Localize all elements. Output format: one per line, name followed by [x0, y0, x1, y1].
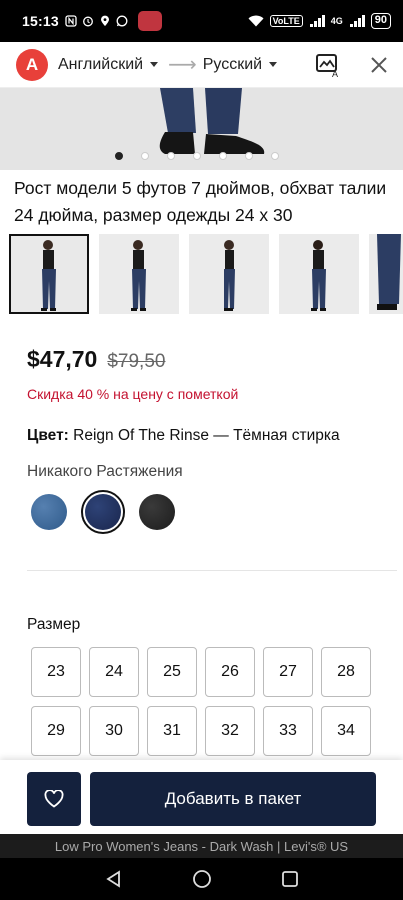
color-swatches [27, 490, 179, 534]
chevron-down-icon [150, 62, 159, 67]
system-nav-bar [0, 858, 403, 900]
thumbnail-detail[interactable] [369, 234, 403, 314]
gallery-dot[interactable] [193, 152, 201, 160]
favorite-button[interactable] [27, 772, 81, 826]
svg-text:A: A [332, 69, 338, 78]
discount-text: Скидка 40 % на цену с пометкой [27, 386, 239, 402]
thumbnail-front[interactable] [9, 234, 89, 314]
divider [27, 570, 397, 571]
whatsapp-icon [116, 15, 128, 27]
translate-app-logo-icon[interactable]: A [16, 48, 48, 81]
size-option[interactable]: 34 [321, 706, 371, 756]
size-option[interactable]: 27 [263, 647, 313, 697]
color-label: Цвет: [27, 427, 69, 444]
target-language-label: Русский [202, 55, 263, 73]
gallery-pagination [115, 152, 279, 160]
swatch-dark-wash[interactable] [81, 490, 125, 534]
gallery-dot[interactable] [219, 152, 227, 160]
thumbnail-back[interactable] [279, 234, 359, 314]
color-line: Цвет: Reign Of The Rinse — Тёмная стирка [27, 427, 340, 445]
size-option[interactable]: 33 [263, 706, 313, 756]
size-grid: 23 24 25 26 27 28 29 30 31 32 33 34 [31, 647, 371, 756]
size-option[interactable]: 23 [31, 647, 81, 697]
size-option[interactable]: 24 [89, 647, 139, 697]
model-size-caption: Рост модели 5 футов 7 дюймов, обхват тал… [14, 178, 387, 225]
current-price: $47,70 [27, 346, 98, 372]
gallery-dot[interactable] [141, 152, 149, 160]
source-language-label: Английский [58, 55, 144, 73]
home-icon[interactable] [192, 869, 212, 889]
size-option[interactable]: 31 [147, 706, 197, 756]
page-title-bar: Low Pro Women's Jeans - Dark Wash | Levi… [0, 834, 403, 858]
target-language-selector[interactable]: Русский [202, 55, 278, 74]
color-value: Reign Of The Rinse — Тёмная стирка [73, 427, 340, 444]
translation-toolbar: A Английский ⟶ Русский A [0, 42, 403, 88]
gallery-dot[interactable] [167, 152, 175, 160]
wifi-icon [248, 15, 264, 27]
swatch-black-color [139, 494, 175, 530]
swatch-medium-wash[interactable] [27, 490, 71, 534]
size-option[interactable]: 25 [147, 647, 197, 697]
size-option[interactable]: 26 [205, 647, 255, 697]
close-icon[interactable] [369, 55, 389, 75]
cell-signal-icon [309, 15, 325, 27]
back-icon[interactable] [105, 870, 123, 888]
swatch-medium-wash-color [31, 494, 67, 530]
size-label: Размер [27, 616, 81, 633]
source-language-selector[interactable]: Английский [58, 55, 159, 74]
recents-icon[interactable] [281, 870, 299, 888]
notification-n-icon [65, 15, 77, 27]
cell-signal-2-icon [349, 15, 365, 27]
swatch-dark-wash-color [85, 494, 121, 530]
battery-indicator: 90 [370, 13, 391, 29]
location-icon [100, 15, 109, 26]
swatch-black[interactable] [135, 490, 179, 534]
heart-icon [44, 790, 64, 808]
original-price: $79,50 [107, 351, 166, 372]
product-main-image[interactable] [0, 88, 403, 170]
gallery-dot[interactable] [271, 152, 279, 160]
size-option[interactable]: 28 [321, 647, 371, 697]
network-type: 4G [330, 16, 343, 26]
size-option[interactable]: 30 [89, 706, 139, 756]
alarm-icon [82, 16, 93, 27]
stretch-info: Никакого Растяжения [27, 463, 183, 480]
price-row: $47,70 $79,50 [27, 346, 165, 373]
thumbnail-front-2[interactable] [99, 234, 179, 314]
chevron-down-icon [269, 62, 278, 67]
gallery-dot[interactable] [245, 152, 253, 160]
thumbnail-strip [9, 234, 403, 314]
sticky-action-bar: Добавить в пакет [0, 760, 403, 834]
clock: 15:13 [22, 13, 59, 29]
status-bar: 15:13 VoLTE 4G 90 [0, 0, 403, 42]
add-to-bag-button[interactable]: Добавить в пакет [90, 772, 376, 826]
size-option[interactable]: 32 [205, 706, 255, 756]
thumbnail-side[interactable] [189, 234, 269, 314]
arrow-right-icon: ⟶ [168, 54, 197, 76]
volte-badge: VoLTE [269, 15, 303, 27]
gallery-dot[interactable] [115, 152, 123, 160]
translate-image-icon[interactable]: A [315, 52, 341, 78]
size-option[interactable]: 29 [31, 706, 81, 756]
app-notification-icon [137, 11, 162, 31]
